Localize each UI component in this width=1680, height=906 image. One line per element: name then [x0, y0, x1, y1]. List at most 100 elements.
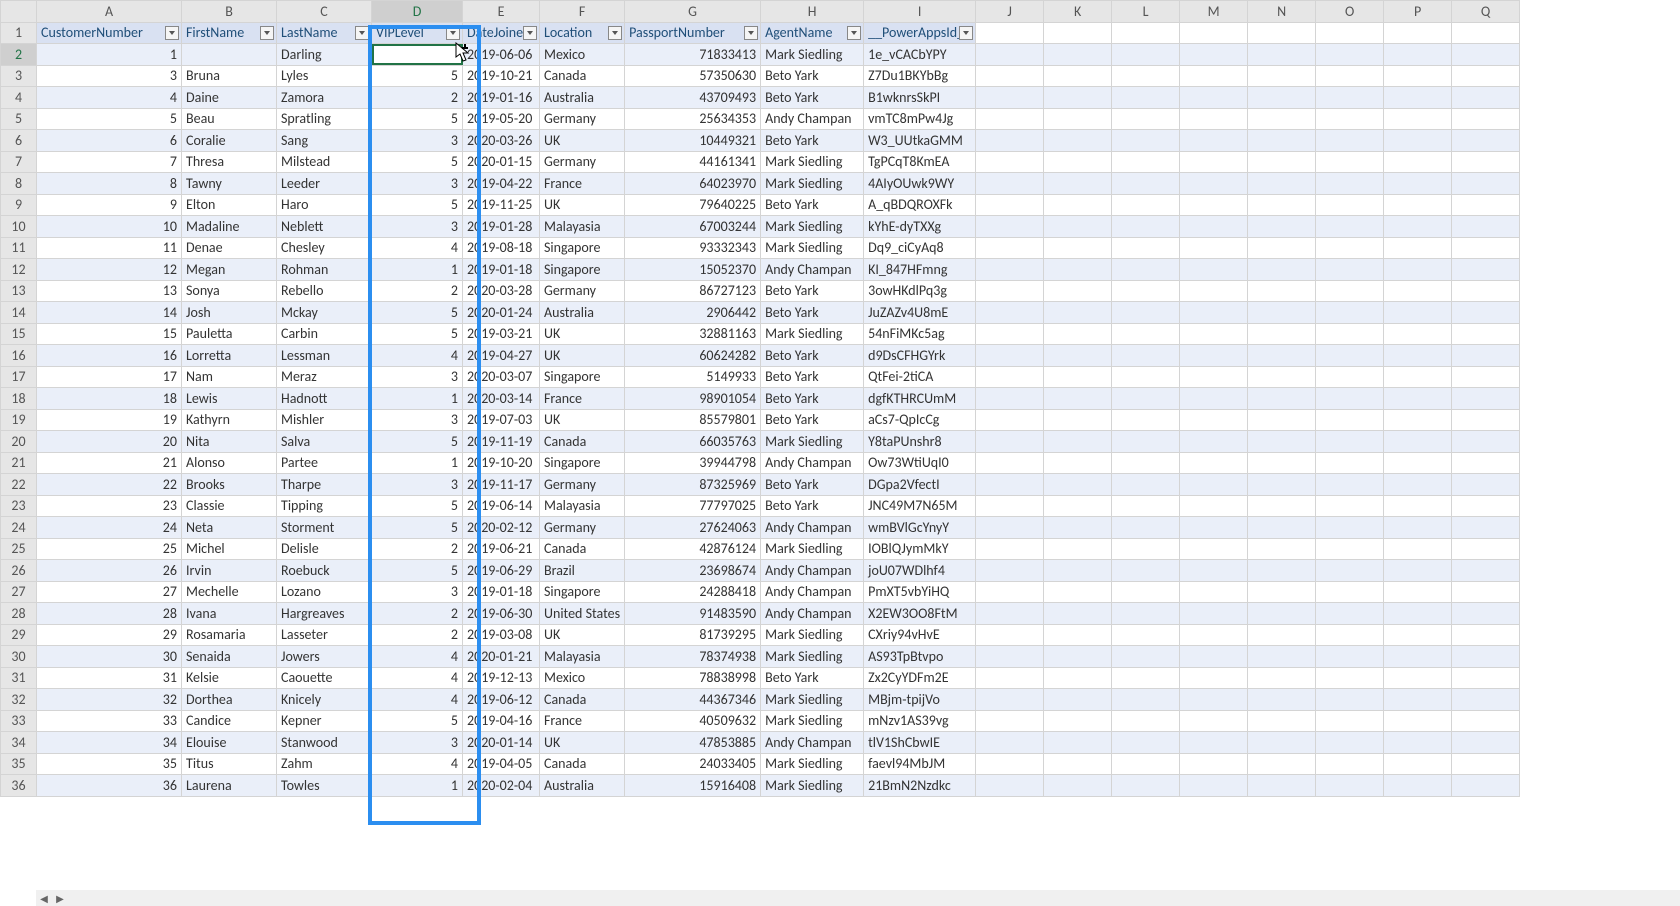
- row-header-2[interactable]: 2: [1, 44, 37, 66]
- cell-N14[interactable]: [1248, 302, 1316, 324]
- cell-B27[interactable]: Mechelle: [182, 581, 277, 603]
- cell-Q26[interactable]: [1452, 560, 1520, 582]
- cell-O27[interactable]: [1316, 581, 1384, 603]
- cell-D9[interactable]: 5: [372, 194, 463, 216]
- cell-P23[interactable]: [1384, 495, 1452, 517]
- cell-O18[interactable]: [1316, 388, 1384, 410]
- cell-H32[interactable]: Mark Siedling: [761, 689, 864, 711]
- cell-H30[interactable]: Mark Siedling: [761, 646, 864, 668]
- cell-N31[interactable]: [1248, 667, 1316, 689]
- cell-J20[interactable]: [976, 431, 1044, 453]
- cell-H11[interactable]: Mark Siedling: [761, 237, 864, 259]
- cell-J35[interactable]: [976, 753, 1044, 775]
- cell-A19[interactable]: 19: [37, 409, 182, 431]
- cell-Q31[interactable]: [1452, 667, 1520, 689]
- cell-H5[interactable]: Andy Champan: [761, 108, 864, 130]
- cell-B1[interactable]: FirstName: [182, 22, 277, 44]
- cell-O15[interactable]: [1316, 323, 1384, 345]
- cell-K7[interactable]: [1044, 151, 1112, 173]
- cell-L27[interactable]: [1112, 581, 1180, 603]
- cell-L5[interactable]: [1112, 108, 1180, 130]
- cell-E15[interactable]: 2019-03-21: [463, 323, 540, 345]
- cell-B5[interactable]: Beau: [182, 108, 277, 130]
- cell-E2[interactable]: 2019-06-06: [463, 44, 540, 66]
- cell-L19[interactable]: [1112, 409, 1180, 431]
- cell-J5[interactable]: [976, 108, 1044, 130]
- cell-G3[interactable]: 57350630: [625, 65, 761, 87]
- cell-O17[interactable]: [1316, 366, 1384, 388]
- row-header-30[interactable]: 30: [1, 646, 37, 668]
- cell-N18[interactable]: [1248, 388, 1316, 410]
- cell-Q25[interactable]: [1452, 538, 1520, 560]
- cell-E23[interactable]: 2019-06-14: [463, 495, 540, 517]
- row-header-35[interactable]: 35: [1, 753, 37, 775]
- cell-H21[interactable]: Andy Champan: [761, 452, 864, 474]
- cell-F25[interactable]: Canada: [540, 538, 625, 560]
- cell-K30[interactable]: [1044, 646, 1112, 668]
- cell-M22[interactable]: [1180, 474, 1248, 496]
- cell-G18[interactable]: 98901054: [625, 388, 761, 410]
- cell-L2[interactable]: [1112, 44, 1180, 66]
- cell-F35[interactable]: Canada: [540, 753, 625, 775]
- cell-Q29[interactable]: [1452, 624, 1520, 646]
- row-header-34[interactable]: 34: [1, 732, 37, 754]
- cell-O10[interactable]: [1316, 216, 1384, 238]
- cell-N26[interactable]: [1248, 560, 1316, 582]
- cell-F15[interactable]: UK: [540, 323, 625, 345]
- cell-M34[interactable]: [1180, 732, 1248, 754]
- cell-I24[interactable]: wmBVlGcYnyY: [864, 517, 976, 539]
- cell-D4[interactable]: 2: [372, 87, 463, 109]
- cell-O23[interactable]: [1316, 495, 1384, 517]
- cell-Q10[interactable]: [1452, 216, 1520, 238]
- cell-M29[interactable]: [1180, 624, 1248, 646]
- cell-J27[interactable]: [976, 581, 1044, 603]
- cell-K35[interactable]: [1044, 753, 1112, 775]
- cell-C28[interactable]: Hargreaves: [277, 603, 372, 625]
- cell-G8[interactable]: 64023970: [625, 173, 761, 195]
- cell-L33[interactable]: [1112, 710, 1180, 732]
- cell-F17[interactable]: Singapore: [540, 366, 625, 388]
- cell-E16[interactable]: 2019-04-27: [463, 345, 540, 367]
- cell-C11[interactable]: Chesley: [277, 237, 372, 259]
- cell-F1[interactable]: Location: [540, 22, 625, 44]
- cell-H25[interactable]: Mark Siedling: [761, 538, 864, 560]
- cell-Q27[interactable]: [1452, 581, 1520, 603]
- cell-Q33[interactable]: [1452, 710, 1520, 732]
- cell-K19[interactable]: [1044, 409, 1112, 431]
- cell-G15[interactable]: 32881163: [625, 323, 761, 345]
- cell-A8[interactable]: 8: [37, 173, 182, 195]
- cell-C17[interactable]: Meraz: [277, 366, 372, 388]
- cell-J21[interactable]: [976, 452, 1044, 474]
- cell-L21[interactable]: [1112, 452, 1180, 474]
- cell-K27[interactable]: [1044, 581, 1112, 603]
- cell-N29[interactable]: [1248, 624, 1316, 646]
- cell-C1[interactable]: LastName: [277, 22, 372, 44]
- cell-I20[interactable]: Y8taPUnshr8: [864, 431, 976, 453]
- cell-F29[interactable]: UK: [540, 624, 625, 646]
- cell-A7[interactable]: 7: [37, 151, 182, 173]
- cell-A25[interactable]: 25: [37, 538, 182, 560]
- cell-K20[interactable]: [1044, 431, 1112, 453]
- filter-button-A[interactable]: [165, 26, 179, 40]
- cell-C29[interactable]: Lasseter: [277, 624, 372, 646]
- cell-L4[interactable]: [1112, 87, 1180, 109]
- cell-B35[interactable]: Titus: [182, 753, 277, 775]
- cell-I19[interactable]: aCs7-QpIcCg: [864, 409, 976, 431]
- cell-A14[interactable]: 14: [37, 302, 182, 324]
- cell-B32[interactable]: Dorthea: [182, 689, 277, 711]
- cell-J13[interactable]: [976, 280, 1044, 302]
- cell-P21[interactable]: [1384, 452, 1452, 474]
- cell-E10[interactable]: 2019-01-28: [463, 216, 540, 238]
- cell-Q7[interactable]: [1452, 151, 1520, 173]
- cell-C21[interactable]: Partee: [277, 452, 372, 474]
- column-header-N[interactable]: N: [1248, 1, 1316, 23]
- column-header-P[interactable]: P: [1384, 1, 1452, 23]
- cell-Q21[interactable]: [1452, 452, 1520, 474]
- row-header-17[interactable]: 17: [1, 366, 37, 388]
- cell-K24[interactable]: [1044, 517, 1112, 539]
- cell-N20[interactable]: [1248, 431, 1316, 453]
- cell-P11[interactable]: [1384, 237, 1452, 259]
- cell-P36[interactable]: [1384, 775, 1452, 797]
- cell-E5[interactable]: 2019-05-20: [463, 108, 540, 130]
- cell-J9[interactable]: [976, 194, 1044, 216]
